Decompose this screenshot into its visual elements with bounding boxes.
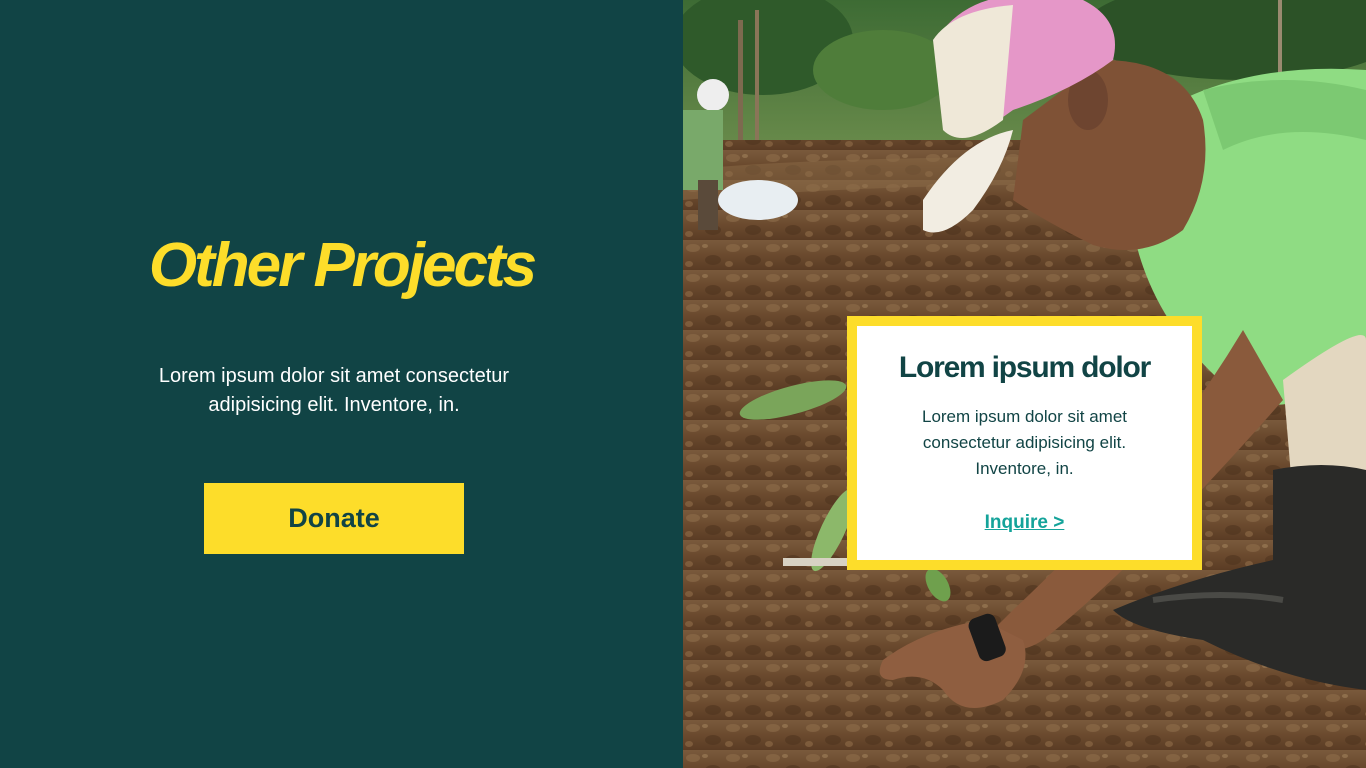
project-card-body: Lorem ipsum dolor Lorem ipsum dolor sit … xyxy=(857,326,1192,560)
project-card: Lorem ipsum dolor Lorem ipsum dolor sit … xyxy=(847,316,1202,570)
section-description: Lorem ipsum dolor sit amet consectetur a… xyxy=(158,365,510,416)
projects-section: Other Projects Lorem ipsum dolor sit ame… xyxy=(0,0,1366,768)
section-title: Other Projects xyxy=(148,231,537,300)
card-text: Lorem ipsum dolor sit amet consectetur a… xyxy=(921,407,1128,478)
donate-button[interactable]: Donate xyxy=(204,483,464,554)
intro-panel: Other Projects Lorem ipsum dolor sit ame… xyxy=(0,0,683,768)
card-title: Lorem ipsum dolor xyxy=(898,351,1151,384)
inquire-link[interactable]: Inquire > xyxy=(857,512,1192,534)
